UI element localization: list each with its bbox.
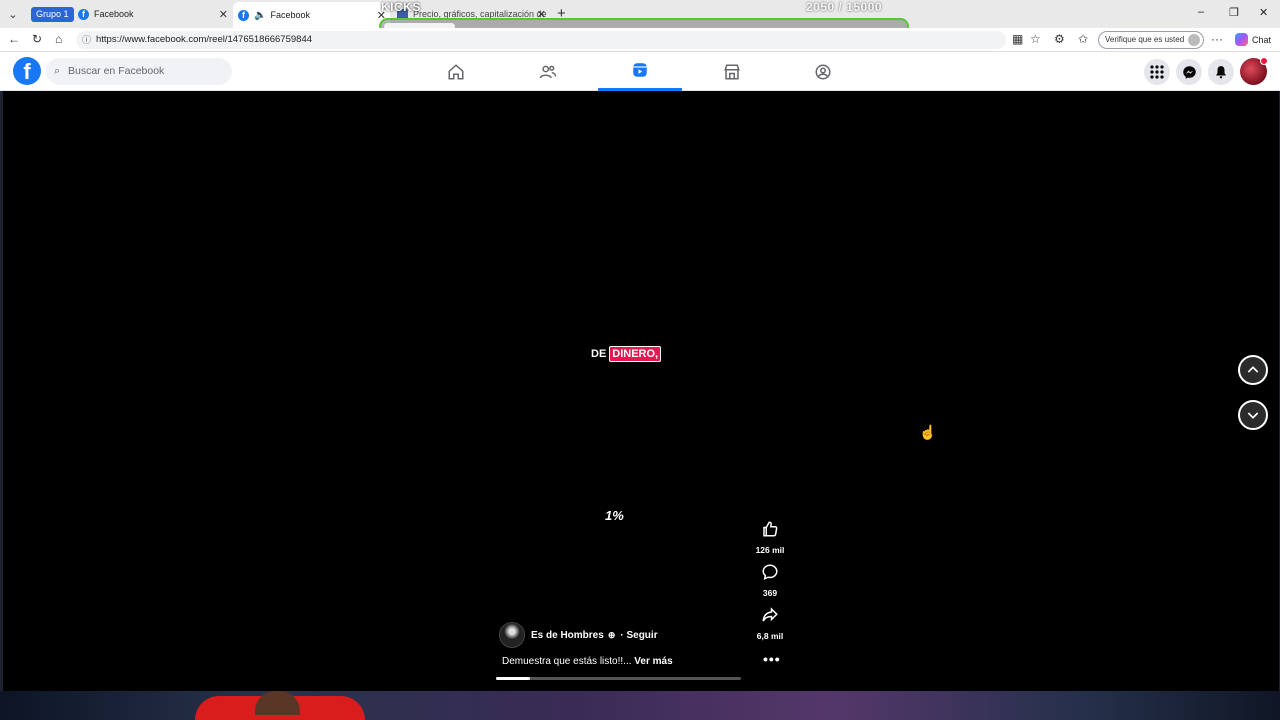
author-avatar[interactable] <box>499 622 525 648</box>
reel-player[interactable]: DE DINERO, 1% 126 mil 369 6,8 mil ••• Es… <box>3 91 1279 691</box>
address-bar[interactable]: ⓘ https://www.facebook.com/reel/14765186… <box>76 31 1006 49</box>
nav-groups[interactable] <box>781 52 865 91</box>
playback-progress[interactable] <box>496 677 741 680</box>
nav-home[interactable] <box>414 52 498 91</box>
tab-group-chip[interactable]: Grupo 1 <box>31 7 74 22</box>
extensions-icon[interactable]: ⚙ <box>1054 32 1065 46</box>
tab-close-icon[interactable]: ✕ <box>219 8 228 21</box>
window-close-button[interactable]: ✕ <box>1259 6 1268 19</box>
share-count: 6,8 mil <box>756 631 784 641</box>
browser-toolbar: ← ↻ ⌂ ⓘ https://www.facebook.com/reel/14… <box>0 28 1280 52</box>
favorites-icon[interactable]: ✩ <box>1078 32 1088 46</box>
nav-friends[interactable] <box>506 52 590 91</box>
reels-icon <box>633 63 647 77</box>
share-button[interactable]: 6,8 mil <box>751 606 789 644</box>
verify-label: Verifique que es usted <box>1105 35 1185 44</box>
chevron-up-icon <box>1247 366 1259 373</box>
reel-author: Es de Hombres ⊕ · Seguir <box>499 621 658 649</box>
tab-facebook-1[interactable]: f Facebook ✕ <box>74 4 232 24</box>
notifications-button[interactable] <box>1208 59 1234 85</box>
reload-icon[interactable]: ↻ <box>32 32 42 46</box>
home-icon <box>448 63 464 79</box>
more-menu-icon[interactable]: ··· <box>1211 32 1223 46</box>
speaker-icon[interactable]: 🔈 <box>254 10 266 21</box>
copilot-icon <box>1235 33 1248 46</box>
globe-icon: ⊕ <box>607 629 616 640</box>
comment-icon <box>762 564 778 581</box>
like-count: 126 mil <box>755 545 785 555</box>
share-icon <box>762 607 778 622</box>
search-input[interactable]: ⌕ Buscar en Facebook <box>46 58 232 85</box>
reel-description: Demuestra que estás listo!!... Ver más <box>502 656 673 667</box>
chevron-down-icon <box>1247 412 1259 419</box>
restore-button[interactable]: ❐ <box>1229 6 1239 19</box>
more-options-icon[interactable]: ••• <box>763 651 781 667</box>
see-more-link[interactable]: Ver más <box>634 656 672 667</box>
chat-label: Chat <box>1252 34 1272 45</box>
video-overlay-text: 1% <box>605 508 624 523</box>
messenger-icon <box>1182 65 1196 79</box>
notification-dot <box>1260 57 1268 65</box>
caption-plain-text: DE <box>591 348 607 360</box>
marketplace-icon <box>724 64 740 79</box>
favorite-star-icon[interactable]: ☆ <box>1030 32 1041 46</box>
facebook-favicon-icon: f <box>238 9 249 21</box>
tab-title: Facebook <box>270 10 310 20</box>
stream-webcam-strip <box>0 691 1280 720</box>
bell-icon <box>1216 66 1226 79</box>
stream-goal-counter: 2050 / 15000 <box>806 0 883 14</box>
menu-button[interactable] <box>1144 59 1170 85</box>
video-caption: DE DINERO, <box>591 346 662 362</box>
author-name[interactable]: Es de Hombres <box>531 630 604 641</box>
search-icon: ⌕ <box>54 65 61 77</box>
comment-count: 369 <box>762 588 778 598</box>
site-info-icon[interactable]: ⓘ <box>82 31 91 49</box>
search-placeholder: Buscar en Facebook <box>68 65 165 77</box>
tab-facebook-2[interactable]: f 🔈 Facebook ✕ <box>233 2 390 28</box>
copilot-chat-button[interactable]: Chat <box>1235 33 1271 46</box>
url-text: https://www.facebook.com/reel/1476518666… <box>96 34 313 45</box>
profile-avatar-icon <box>1188 34 1200 46</box>
minimize-button[interactable]: – <box>1198 6 1204 18</box>
like-button[interactable]: 126 mil <box>751 520 789 558</box>
tab-title: Facebook <box>94 9 134 19</box>
groups-icon <box>815 64 831 79</box>
messenger-button[interactable] <box>1176 59 1202 85</box>
stream-kicks-label: KICKS <box>381 0 421 14</box>
grid-menu-icon <box>1150 65 1164 79</box>
thumbs-up-icon <box>763 521 778 537</box>
comment-button[interactable]: 369 <box>751 563 789 601</box>
apps-icon[interactable]: ▦ <box>1012 32 1023 46</box>
facebook-favicon-icon: f <box>78 8 89 20</box>
character-head <box>255 691 300 715</box>
hand-cursor-icon: ☝ <box>919 424 937 440</box>
tab-actions-menu-icon[interactable]: ⌄ <box>3 5 23 23</box>
profile-avatar[interactable] <box>1240 57 1268 85</box>
caption-highlight-text: DINERO, <box>609 346 662 362</box>
description-text: Demuestra que estás listo!!... <box>502 656 632 667</box>
next-reel-button[interactable] <box>1238 400 1268 430</box>
home-icon[interactable]: ⌂ <box>55 32 62 46</box>
nav-marketplace[interactable] <box>690 52 774 91</box>
playback-progress-fill <box>496 677 531 680</box>
nav-reels[interactable] <box>598 52 682 91</box>
facebook-header: f ⌕ Buscar en Facebook <box>0 52 1280 91</box>
facebook-logo-icon[interactable]: f <box>13 57 41 85</box>
friends-icon <box>539 65 557 78</box>
previous-reel-button[interactable] <box>1238 355 1268 385</box>
follow-button[interactable]: · Seguir <box>620 630 657 641</box>
back-icon[interactable]: ← <box>8 32 20 46</box>
verify-identity-button[interactable]: Verifique que es usted <box>1098 31 1204 49</box>
